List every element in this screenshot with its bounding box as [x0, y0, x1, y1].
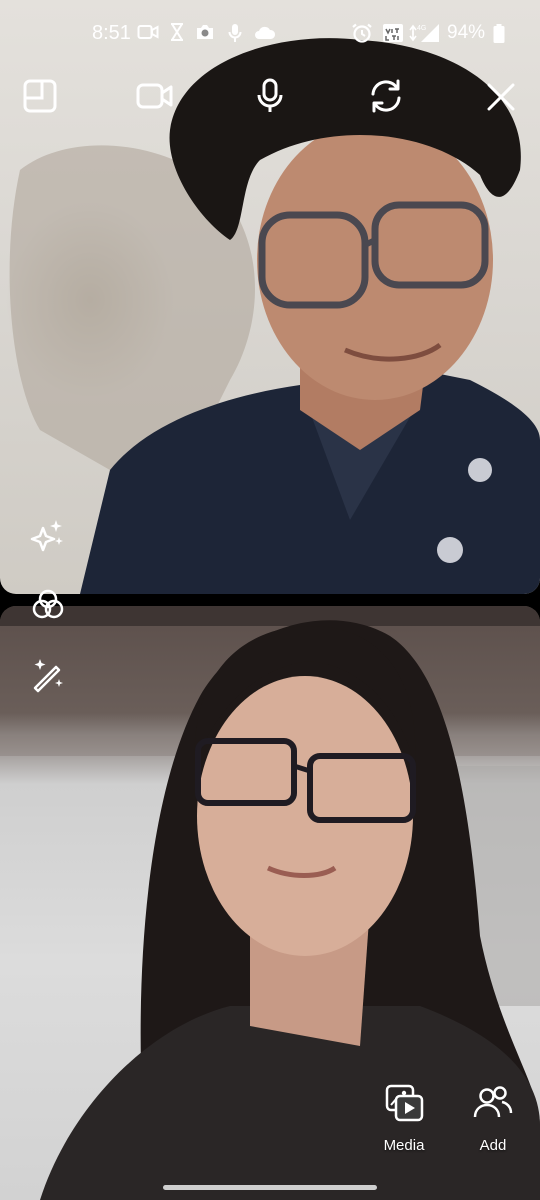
magic-wand-icon	[33, 659, 63, 693]
close-icon	[487, 83, 515, 111]
media-button[interactable]	[382, 1081, 426, 1125]
layout-button[interactable]	[20, 76, 60, 116]
filters-button[interactable]	[28, 585, 68, 625]
sparkles-icon	[30, 520, 63, 552]
alarm-icon	[352, 23, 372, 43]
mic-toggle-icon	[257, 78, 283, 112]
self-participant-image	[0, 606, 540, 1200]
battery-percent: 94%	[447, 22, 486, 43]
add-label: Add	[479, 1137, 507, 1154]
magic-wand-button[interactable]	[28, 655, 68, 695]
home-indicator[interactable]	[163, 1185, 377, 1190]
add-people-icon	[473, 1086, 513, 1118]
effects-button[interactable]	[28, 516, 68, 556]
video-toggle-icon	[136, 83, 173, 109]
camera-icon	[197, 25, 213, 39]
mic-icon	[228, 24, 242, 42]
status-time: 8:51	[92, 22, 131, 44]
media-icon	[385, 1084, 424, 1122]
network-type-label: 4G	[417, 25, 426, 32]
add-participant-button[interactable]	[471, 1083, 515, 1123]
cloud-icon	[255, 26, 276, 39]
status-bar: 8:51 4G 94%	[0, 0, 540, 64]
close-call-button[interactable]	[482, 78, 520, 116]
mic-toggle-button[interactable]	[252, 76, 288, 116]
media-label: Media	[383, 1137, 425, 1154]
volte-icon	[383, 24, 403, 42]
video-toggle-button[interactable]	[134, 76, 176, 116]
flip-camera-icon	[371, 79, 401, 113]
hourglass-icon	[171, 23, 183, 41]
self-video-feed[interactable]	[0, 606, 540, 1200]
layout-icon	[23, 79, 57, 113]
signal-icon: 4G	[409, 24, 439, 42]
video-call-icon	[137, 25, 159, 39]
flip-camera-button[interactable]	[366, 76, 406, 116]
battery-icon	[493, 24, 505, 43]
filters-icon	[32, 589, 64, 619]
